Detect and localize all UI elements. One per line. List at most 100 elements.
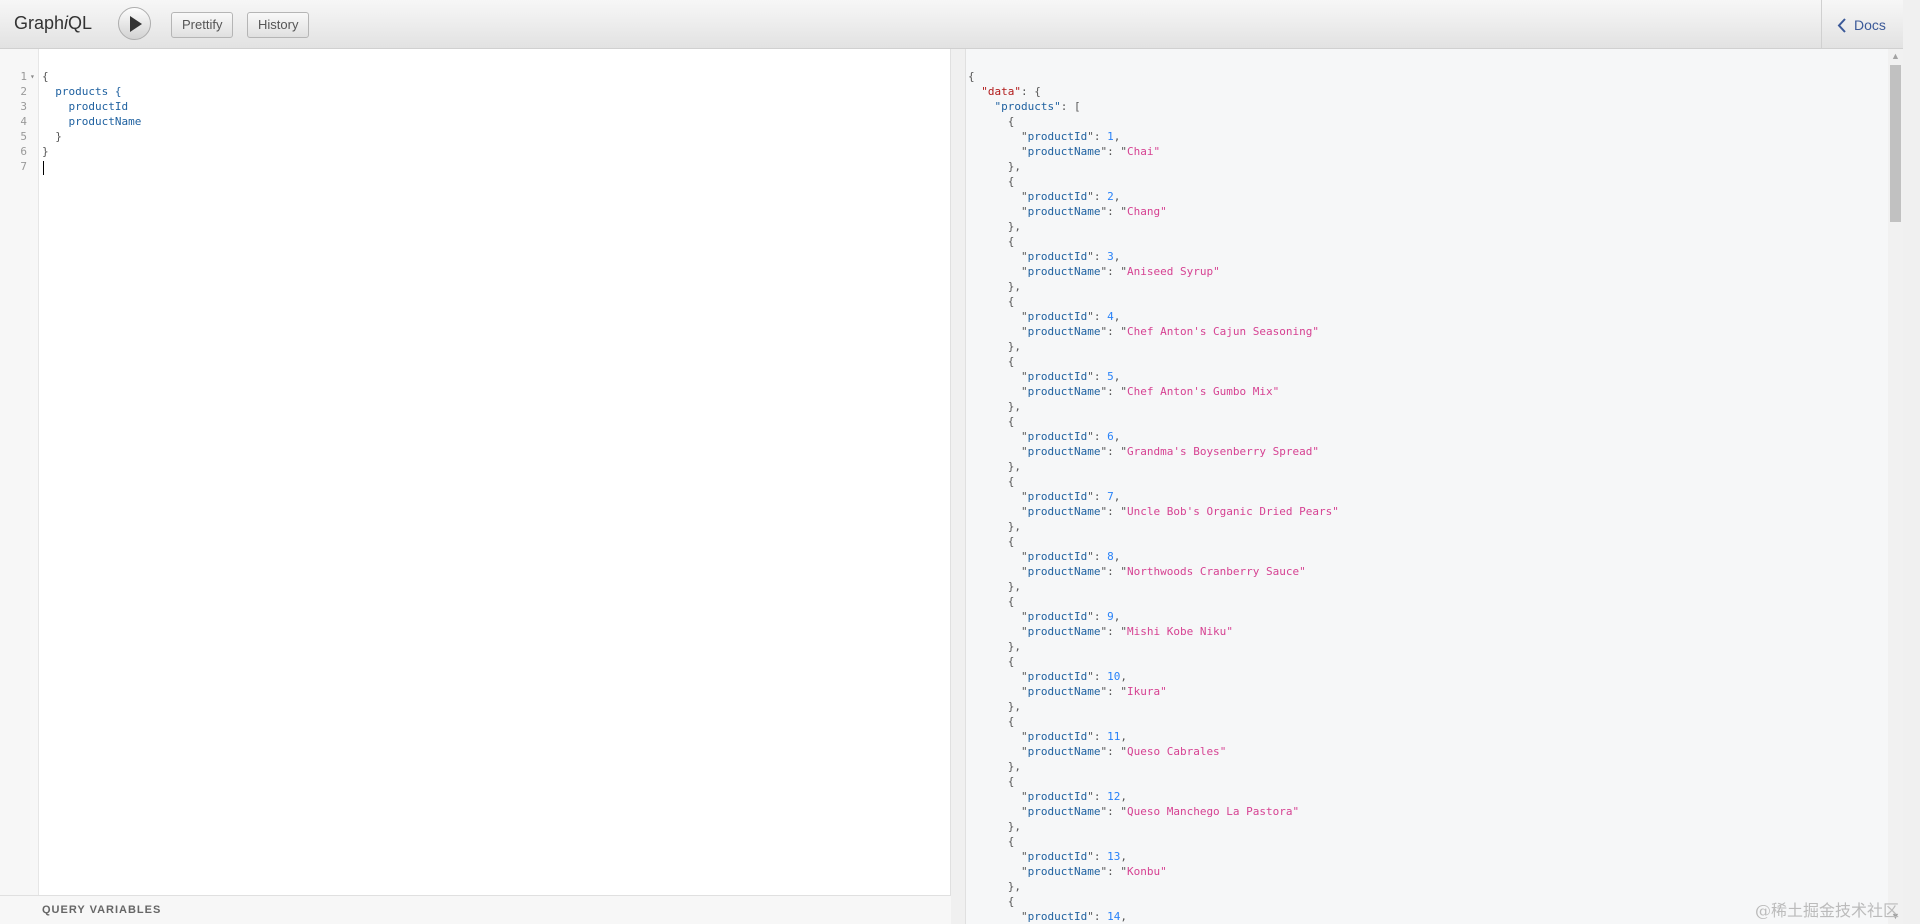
result-line: "productName": "Uncle Bob's Organic Drie… [968, 505, 1339, 518]
result-line: "productId": 9, [968, 610, 1121, 623]
product-id-value: 7 [1107, 490, 1114, 503]
product-name-value: Mishi Kobe Niku [1126, 625, 1227, 638]
result-line: { [968, 475, 1015, 488]
line-number-gutter: 1 2 3 4 5 6 7 ▾ [0, 49, 39, 895]
result-viewer: ▾ ▾ ▾ { "data": { "products": [ { "produ… [966, 49, 1888, 924]
query-line: productId [42, 100, 129, 113]
result-line: "productId": 2, [968, 190, 1121, 203]
chevron-left-icon [1837, 18, 1846, 33]
docs-label: Docs [1854, 17, 1886, 33]
product-id-value: 9 [1107, 610, 1114, 623]
query-editor[interactable]: 1 2 3 4 5 6 7 ▾ { products { productId p… [0, 49, 951, 924]
result-line: "productId": 7, [968, 490, 1121, 503]
result-line: { [968, 535, 1015, 548]
result-line: "productName": "Mishi Kobe Niku" [968, 625, 1233, 638]
result-line: "productName": "Chef Anton's Gumbo Mix" [968, 385, 1280, 398]
result-line: }, [968, 580, 1021, 593]
result-line: "productId": 1, [968, 130, 1121, 143]
result-line: "productName": "Aniseed Syrup" [968, 265, 1220, 278]
result-line: "productName": "Chef Anton's Cajun Seaso… [968, 325, 1320, 338]
product-name-value: Ikura [1126, 685, 1161, 698]
result-line: "productId": 11, [968, 730, 1127, 743]
execute-query-button[interactable] [118, 7, 151, 40]
result-line: { [968, 70, 975, 83]
result-line: "productName": "Chai" [968, 145, 1161, 158]
product-name-value: Chang [1126, 205, 1161, 218]
line-number: 4 [20, 115, 27, 128]
result-line: { [968, 175, 1015, 188]
data-key: "data" [981, 85, 1021, 98]
result-line: { [968, 595, 1015, 608]
result-line: { [968, 235, 1015, 248]
result-line: "products": [ [994, 100, 1081, 113]
result-scrollbar[interactable]: ▲ ▼ [1888, 49, 1903, 924]
result-line: }, [968, 280, 1021, 293]
result-line: { [968, 655, 1015, 668]
product-name-value: Grandma's Boysenberry Spread [1126, 445, 1313, 458]
product-name-value: Chai [1126, 145, 1154, 158]
result-line: "productId": 6, [968, 430, 1121, 443]
result-line: "productId": 14, [968, 910, 1127, 923]
result-line: { [968, 895, 1015, 908]
history-button[interactable]: History [247, 12, 310, 38]
product-id-value: 5 [1107, 370, 1114, 383]
result-line: }, [968, 700, 1021, 713]
watermark: @稀土掘金技术社区 [1755, 901, 1900, 920]
prettify-button[interactable]: Prettify [171, 12, 234, 38]
docs-button[interactable]: Docs [1821, 0, 1901, 49]
result-line: { [968, 415, 1015, 428]
product-id-value: 11 [1107, 730, 1121, 743]
line-number: 7 [20, 160, 27, 173]
product-id-value: 6 [1107, 430, 1114, 443]
product-name-value: Queso Manchego La Pastora [1126, 805, 1293, 818]
result-line: { [968, 355, 1015, 368]
scroll-up-arrow-icon[interactable]: ▲ [1891, 51, 1900, 61]
product-id-value: 14 [1107, 910, 1121, 923]
product-name-value: Queso Cabrales [1126, 745, 1220, 758]
result-line: { [968, 715, 1015, 728]
result-line: "productName": "Queso Cabrales" [968, 745, 1227, 758]
result-line: }, [968, 820, 1021, 833]
query-line: } [42, 130, 62, 143]
result-line: }, [968, 760, 1021, 773]
result-line: "productName": "Konbu" [968, 865, 1167, 878]
fold-arrow-icon[interactable]: ▾ [30, 69, 35, 84]
products-key: "products" [994, 100, 1061, 113]
scrollbar-thumb[interactable] [1890, 65, 1901, 222]
query-line: products { [42, 85, 122, 98]
line-number: 1 [20, 70, 27, 83]
result-line: { [968, 835, 1015, 848]
product-name-value: Aniseed Syrup [1126, 265, 1214, 278]
app-title: GraphiQL [14, 13, 93, 33]
product-id-value: 13 [1107, 850, 1121, 863]
result-line: }, [968, 880, 1021, 893]
product-id-value: 12 [1107, 790, 1121, 803]
result-line: { [968, 775, 1015, 788]
pane-divider[interactable] [951, 49, 966, 924]
result-line: "productId": 8, [968, 550, 1121, 563]
line-number: 5 [20, 130, 27, 143]
result-line: }, [968, 340, 1021, 353]
result-line: "productId": 5, [968, 370, 1121, 383]
result-line: { [968, 295, 1015, 308]
play-icon [130, 16, 142, 32]
query-line: productName [42, 115, 142, 128]
product-name-value: Chef Anton's Cajun Seasoning [1126, 325, 1313, 338]
result-line: "productId": 12, [968, 790, 1127, 803]
result-line: "productId": 13, [968, 850, 1127, 863]
result-line: "productId": 10, [968, 670, 1127, 683]
query-line: } [42, 145, 49, 158]
product-name-value: Chef Anton's Gumbo Mix [1126, 385, 1273, 398]
result-line: "productName": "Grandma's Boysenberry Sp… [968, 445, 1320, 458]
result-line: "productName": "Queso Manchego La Pastor… [968, 805, 1300, 818]
product-name-value: Uncle Bob's Organic Dried Pears [1126, 505, 1333, 518]
result-line: }, [968, 520, 1021, 533]
query-variables-bar[interactable]: QUERY VARIABLES [0, 895, 951, 924]
query-variables-label: QUERY VARIABLES [42, 904, 162, 916]
result-line: "data": { [981, 85, 1041, 98]
line-number: 3 [20, 100, 27, 113]
product-id-value: 1 [1107, 130, 1114, 143]
result-line: { [968, 115, 1015, 128]
product-id-value: 3 [1107, 250, 1114, 263]
line-number: 2 [20, 85, 27, 98]
